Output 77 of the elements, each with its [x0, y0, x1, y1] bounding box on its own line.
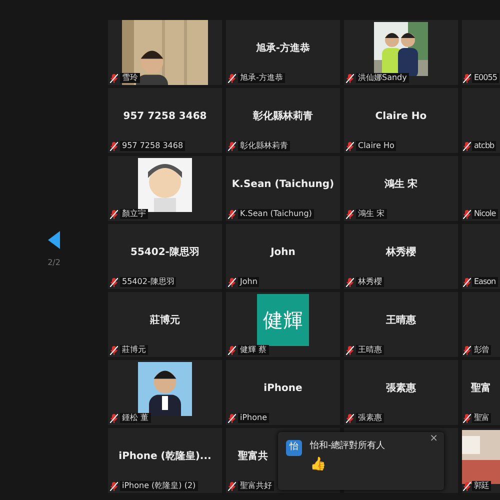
- participant-label: 鍾松 董: [120, 413, 151, 423]
- participant-label: 莊博元: [120, 345, 148, 355]
- participant-label: 王晴惠: [356, 345, 384, 355]
- participant-label: iPhone: [238, 413, 270, 423]
- participant-name: 鴻生 宋: [384, 177, 418, 192]
- participant-name: 55402-陳思羽: [130, 246, 200, 260]
- previous-page-icon[interactable]: [48, 231, 60, 249]
- participant-label: Nicole: [472, 209, 498, 219]
- participant-label: iPhone (乾隆皇) (2): [120, 481, 198, 491]
- sender-avatar: 怡: [286, 440, 302, 456]
- muted-mic-icon: [463, 74, 471, 82]
- close-button[interactable]: ×: [430, 434, 438, 444]
- participant-label: 旭承-方進恭: [238, 73, 285, 83]
- participant-label: 957 7258 3468: [120, 141, 186, 151]
- page-indicator: 2/2: [48, 257, 60, 269]
- participant-label: Eason: [472, 277, 498, 287]
- participant-name: John: [270, 246, 296, 260]
- participant-label: E0055: [472, 73, 499, 83]
- participant-name: Claire Ho: [375, 110, 427, 124]
- chat-message: 👍: [310, 458, 327, 470]
- participant-label: 健輝 蔡: [238, 345, 269, 355]
- muted-mic-icon: [346, 74, 354, 82]
- participant-label: K.Sean (Taichung): [238, 209, 314, 219]
- participant-label: 洪仙娜Sandy: [356, 73, 409, 83]
- participant-name: 聖富: [471, 381, 491, 396]
- muted-mic-icon: [346, 278, 354, 286]
- muted-mic-icon: [463, 142, 471, 150]
- muted-mic-icon: [110, 74, 118, 82]
- participant-name: 王晴惠: [386, 314, 416, 328]
- muted-mic-icon: [463, 210, 471, 218]
- participant-label: 彭曾: [472, 345, 491, 355]
- participant-name: iPhone (乾隆皇)...: [118, 450, 212, 464]
- participant-name: 林秀櫻: [386, 246, 416, 260]
- muted-mic-icon: [346, 414, 354, 422]
- participant-label: 顏立宇: [120, 209, 148, 219]
- muted-mic-icon: [463, 278, 471, 286]
- muted-mic-icon: [228, 74, 236, 82]
- participant-label: 林秀櫻: [356, 277, 384, 287]
- participant-name: 旭承-方進恭: [256, 41, 310, 56]
- participant-label: Claire Ho: [356, 141, 396, 151]
- participant-label: 雪玲: [120, 73, 140, 83]
- muted-mic-icon: [228, 142, 236, 150]
- muted-mic-icon: [346, 210, 354, 218]
- muted-mic-icon: [110, 278, 118, 286]
- participant-label: 聖富共好: [238, 481, 274, 491]
- participant-label: 郭廷: [472, 481, 491, 491]
- muted-mic-icon: [110, 210, 118, 218]
- participant-label: John: [238, 277, 260, 287]
- participant-label: atcbb: [472, 141, 496, 151]
- participant-name: 莊博元: [150, 314, 180, 328]
- participant-label: 鴻生 宋: [356, 209, 387, 219]
- muted-mic-icon: [110, 414, 118, 422]
- muted-mic-icon: [110, 482, 118, 490]
- muted-mic-icon: [228, 210, 236, 218]
- participant-label: 張素惠: [356, 413, 384, 423]
- muted-mic-icon: [228, 482, 236, 490]
- muted-mic-icon: [228, 278, 236, 286]
- initials-avatar: 健輝: [257, 294, 309, 346]
- muted-mic-icon: [228, 346, 236, 354]
- participant-name: K.Sean (Taichung): [232, 178, 334, 192]
- participant-name: 張素惠: [386, 382, 416, 396]
- participant-name: 聖富共: [238, 449, 268, 464]
- muted-mic-icon: [346, 346, 354, 354]
- muted-mic-icon: [346, 142, 354, 150]
- muted-mic-icon: [110, 346, 118, 354]
- muted-mic-icon: [463, 414, 471, 422]
- participant-label: 彰化縣林莉青: [238, 141, 290, 151]
- participant-label: 聖富: [472, 413, 491, 423]
- muted-mic-icon: [110, 142, 118, 150]
- muted-mic-icon: [463, 482, 471, 490]
- participant-name: 彰化縣林莉青: [253, 109, 313, 124]
- muted-mic-icon: [228, 414, 236, 422]
- participant-name: iPhone: [264, 382, 302, 396]
- sender-name: 怡和-總評對所有人: [310, 440, 386, 453]
- muted-mic-icon: [463, 346, 471, 354]
- participant-name: 957 7258 3468: [123, 110, 207, 124]
- participant-label: 55402-陳思羽: [120, 277, 176, 287]
